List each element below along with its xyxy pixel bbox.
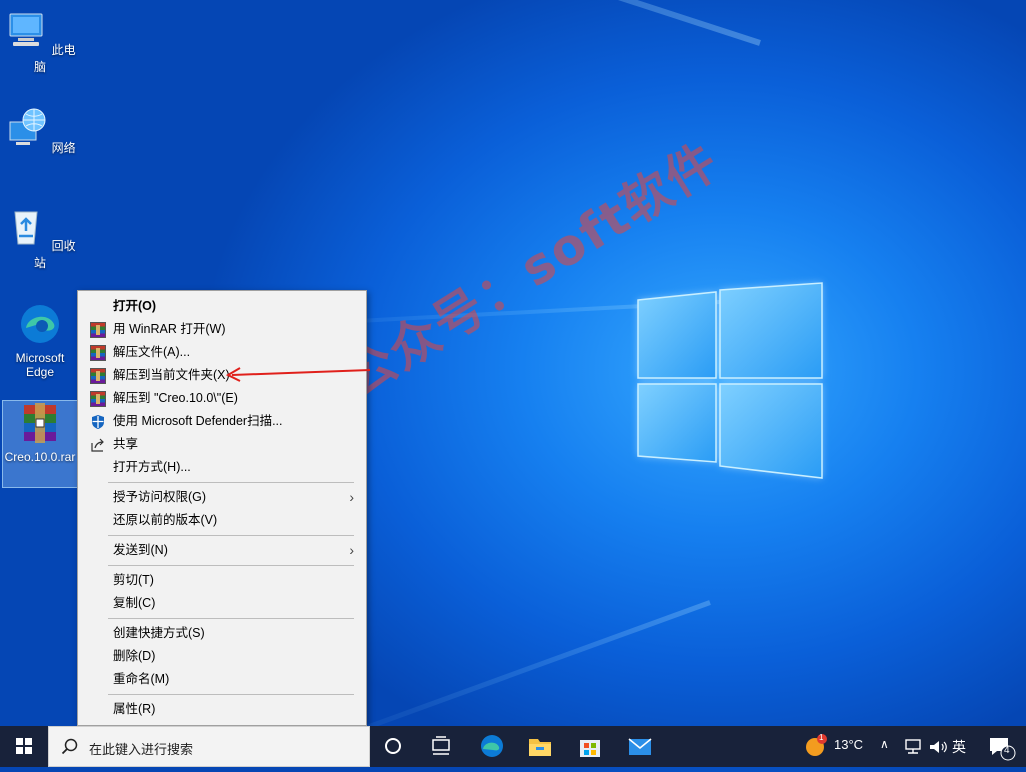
menu-item-cut[interactable]: 剪切(T) (80, 569, 364, 592)
menu-separator (108, 618, 354, 619)
taskbar-search-box[interactable]: 在此键入进行搜索 (48, 726, 370, 767)
notification-count: 4 (1004, 745, 1010, 756)
winrar-icon (90, 345, 106, 361)
menu-separator (108, 565, 354, 566)
share-icon (91, 438, 104, 452)
computer-icon (9, 13, 43, 46)
taskbar-store-button[interactable] (572, 726, 608, 767)
menu-item-defender-scan[interactable]: 使用 Microsoft Defender扫描... (80, 410, 364, 433)
weather-temperature[interactable]: 13°C (834, 737, 863, 752)
search-icon (61, 738, 78, 755)
task-view-icon (432, 736, 450, 755)
menu-item-open[interactable]: 打开(O) (80, 295, 364, 318)
edge-icon (481, 735, 503, 757)
cortana-circle-icon (385, 738, 401, 754)
volume-icon[interactable] (928, 738, 948, 756)
recycle-bin-icon (14, 211, 38, 245)
mail-icon (628, 738, 652, 755)
desktop-icon-this-pc[interactable]: 此电脑 (4, 8, 76, 75)
annotation-arrow (225, 367, 371, 382)
desktop-icon-creo-rar[interactable]: Creo.10.0.rar (2, 400, 78, 488)
desktop-icon-label: Microsoft Edge (15, 351, 65, 379)
desktop-icon-edge[interactable]: Microsoft Edge (4, 302, 76, 379)
menu-item-copy[interactable]: 复制(C) (80, 592, 364, 615)
winrar-icon (90, 391, 106, 407)
cortana-button[interactable] (376, 726, 410, 767)
menu-separator (108, 535, 354, 536)
taskbar-edge-button[interactable] (474, 726, 510, 767)
winrar-archive-icon (24, 403, 56, 443)
notification-center-button[interactable]: 4 (980, 726, 1020, 767)
menu-item-extract-to-folder[interactable]: 解压到 "Creo.10.0\"(E) (80, 387, 364, 410)
menu-item-create-shortcut[interactable]: 创建快捷方式(S) (80, 622, 364, 645)
desktop-icon-label: 网络 (51, 141, 76, 155)
taskbar: 在此键入进行搜索 1 13°C ∧ 英 4 (0, 726, 1026, 767)
input-method-indicator[interactable]: 英 (952, 737, 966, 757)
menu-separator (108, 694, 354, 695)
start-button[interactable] (0, 726, 48, 767)
notification-icon (990, 738, 1016, 761)
chevron-right-icon: › (349, 489, 354, 505)
weather-sun-icon (806, 734, 827, 756)
taskbar-file-explorer-button[interactable] (522, 726, 558, 767)
menu-separator (108, 482, 354, 483)
edge-icon (21, 305, 59, 343)
network-icon[interactable] (903, 738, 923, 756)
weather-badge: 1 (819, 733, 824, 742)
context-menu[interactable]: 打开(O) 用 WinRAR 打开(W) 解压文件(A)... 解压到当前文件夹… (77, 290, 367, 726)
menu-item-open-with-winrar[interactable]: 用 WinRAR 打开(W) (80, 318, 364, 341)
task-view-button[interactable] (424, 726, 458, 767)
menu-item-give-access[interactable]: 授予访问权限(G) › (80, 486, 364, 509)
menu-item-extract-files[interactable]: 解压文件(A)... (80, 341, 364, 364)
chevron-up-icon[interactable]: ∧ (880, 737, 889, 751)
menu-item-properties[interactable]: 属性(R) (80, 698, 364, 721)
desktop-icon-network[interactable]: 网络 (4, 106, 76, 156)
chevron-right-icon: › (349, 542, 354, 558)
menu-item-rename[interactable]: 重命名(M) (80, 668, 364, 691)
search-placeholder: 在此键入进行搜索 (89, 742, 194, 757)
menu-item-send-to[interactable]: 发送到(N) › (80, 539, 364, 562)
weather-widget[interactable]: 1 (802, 726, 832, 767)
file-explorer-icon (529, 739, 551, 756)
taskbar-mail-button[interactable] (622, 726, 658, 767)
winrar-icon (90, 368, 106, 384)
desktop-icon-recycle-bin[interactable]: 回收站 (4, 204, 76, 271)
menu-item-restore-versions[interactable]: 还原以前的版本(V) (80, 509, 364, 532)
defender-shield-icon (92, 415, 104, 429)
menu-item-share[interactable]: 共享 (80, 433, 364, 456)
menu-item-delete[interactable]: 删除(D) (80, 645, 364, 668)
network-globe-icon (9, 108, 46, 145)
winrar-icon (90, 322, 106, 338)
windows-start-icon (16, 738, 32, 754)
desktop-icon-label: Creo.10.0.rar (4, 450, 76, 464)
menu-item-open-with[interactable]: 打开方式(H)... (80, 456, 364, 479)
store-icon (580, 740, 600, 757)
desktop[interactable]: 此电脑 网络 回收站 Microsoft Edge Creo.10.0.rar … (0, 0, 1026, 726)
